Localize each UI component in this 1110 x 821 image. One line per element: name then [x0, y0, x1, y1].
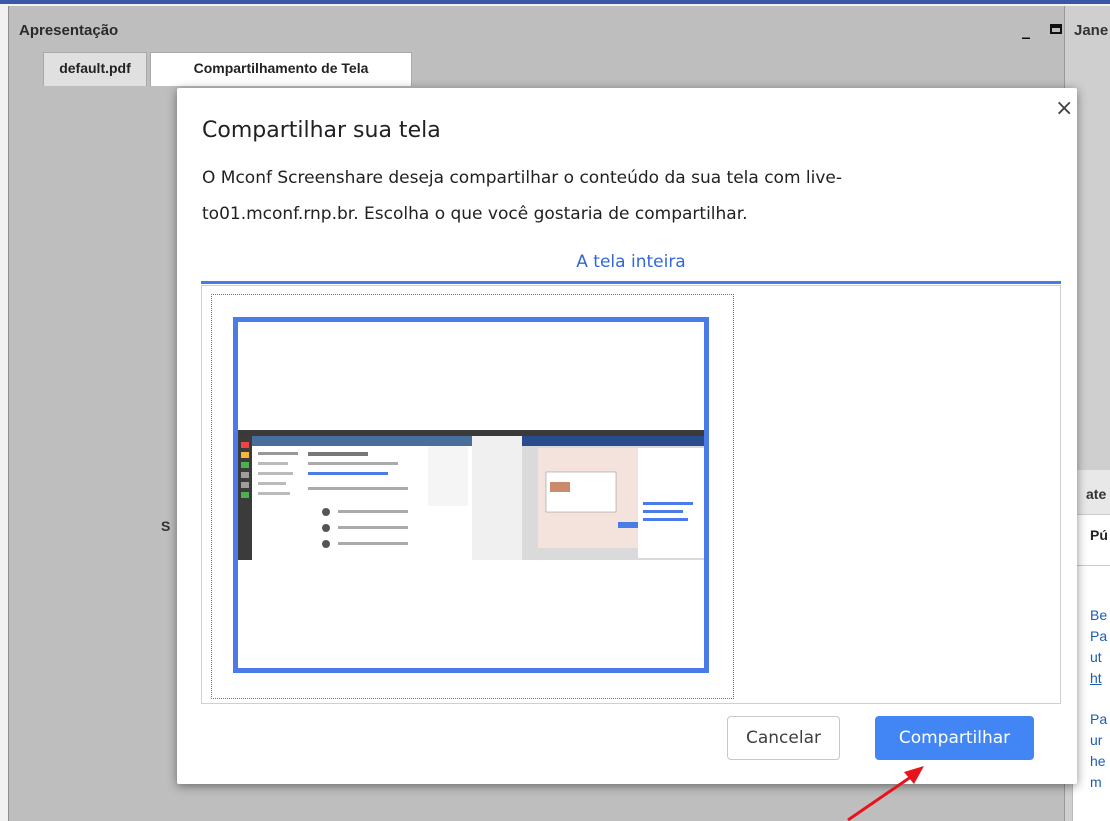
- chat-spacer: [1090, 689, 1107, 709]
- tab-default-pdf[interactable]: default.pdf: [43, 52, 147, 86]
- chat-line: Pa: [1090, 628, 1108, 644]
- chat-header-title: ate: [1086, 486, 1107, 502]
- close-icon[interactable]: ×: [1055, 96, 1073, 121]
- screen-thumbnail[interactable]: [233, 317, 709, 673]
- share-screen-dialog: × Compartilhar sua tela O Mconf Screensh…: [177, 88, 1077, 784]
- share-button[interactable]: Compartilhar: [875, 716, 1034, 760]
- maximize-button[interactable]: [1050, 24, 1062, 34]
- chat-tab-public[interactable]: Pú: [1073, 515, 1110, 566]
- chat-line: m: [1090, 774, 1102, 790]
- chat-tab-label: Pú: [1090, 527, 1108, 543]
- dialog-description-line: O Mconf Screenshare deseja compartilhar …: [202, 168, 843, 188]
- chat-line: Be: [1090, 607, 1108, 623]
- chat-line: ut: [1090, 649, 1102, 665]
- chat-line: he: [1090, 753, 1106, 769]
- dialog-title: Compartilhar sua tela: [202, 118, 441, 143]
- right-window-title: Jane: [1074, 22, 1109, 39]
- chat-link[interactable]: ht: [1090, 668, 1107, 689]
- chat-panel: ate Pú Be Pa ut ht Pa ur he m: [1072, 470, 1110, 821]
- screen-source-list: [201, 285, 1061, 704]
- tab-entire-screen[interactable]: A tela inteira: [201, 240, 1061, 284]
- screen-preview-image: [238, 322, 704, 668]
- dialog-description-line: to01.mconf.rnp.br. Escolha o que você go…: [202, 204, 748, 224]
- top-accent-bar: [0, 0, 1110, 4]
- annotation-arrow-icon: [847, 766, 924, 821]
- minimize-button[interactable]: _: [1022, 20, 1030, 39]
- presentation-peek-text: S: [161, 518, 171, 534]
- tab-screen-sharing[interactable]: Compartilhamento de Tela: [150, 52, 412, 86]
- chat-line: Pa: [1090, 711, 1108, 727]
- chat-line: ur: [1090, 732, 1103, 748]
- screen-source-item[interactable]: [211, 294, 734, 699]
- dialog-description: O Mconf Screenshare deseja compartilhar …: [202, 160, 1002, 232]
- cancel-button[interactable]: Cancelar: [727, 716, 840, 760]
- presentation-title: Apresentação: [19, 22, 119, 39]
- chat-header: ate: [1073, 470, 1110, 515]
- chat-messages: Be Pa ut ht Pa ur he m: [1090, 605, 1107, 793]
